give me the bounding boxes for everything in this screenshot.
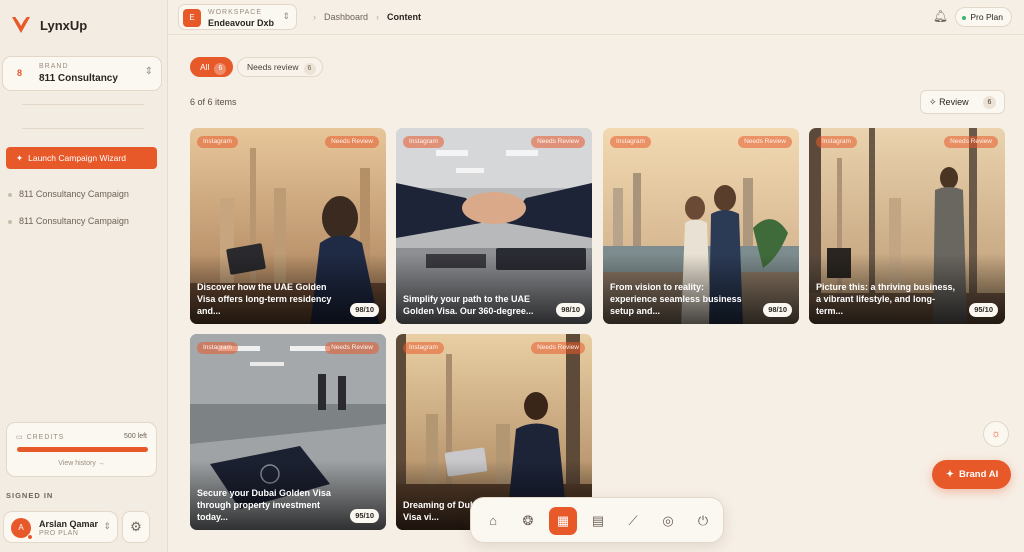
target-icon[interactable]: ◎ [654,507,682,535]
items-count: 6 of 6 items [190,97,237,107]
credits-panel: ▭ CREDITS 500 left View history → [6,422,157,477]
review-button[interactable]: ✧ Review 6 [920,90,1005,114]
card-caption: Picture this: a thriving business, a vib… [816,282,956,316]
launch-label: Launch Campaign Wizard [28,152,126,163]
platform-tag: Instagram [816,136,857,148]
sparkle-icon: ✧ [929,97,937,107]
status-badge: Needs Review [531,136,585,148]
view-history-link[interactable]: View history → [7,460,156,467]
brand-selector[interactable]: 8 BRAND 811 Consultancy ⇕ [2,56,162,91]
chevron-updown-icon: ⇕ [144,66,153,77]
filter-all[interactable]: All 6 [190,57,234,77]
user-menu[interactable]: A Arslan Qamar PRO PLAN ⇕ [3,511,118,543]
lynx-logo-icon [12,16,30,33]
chevron-updown-icon: ⇕ [282,11,290,21]
credits-label: ▭ CREDITS [16,434,65,441]
card-caption: From vision to reality: experience seaml… [610,282,742,316]
bullet-icon [8,219,12,224]
chart-icon[interactable]: ⟋ [619,507,647,535]
sidebar-item-campaign[interactable]: 811 Consultancy Campaign [8,216,129,226]
workspace-label: WORKSPACE [208,9,262,16]
breadcrumb-dashboard[interactable]: Dashboard [324,12,368,22]
chevron-updown-icon: ⇕ [103,521,111,531]
status-badge: Needs Review [944,136,998,148]
platform-tag: Instagram [403,136,444,148]
credits-progress-fill [17,447,148,452]
card-caption: Secure your Dubai Golden Visa through pr… [197,488,331,522]
status-badge: Needs Review [531,342,585,354]
user-name: Arslan Qamar [39,519,99,529]
platform-tag: Instagram [197,136,238,148]
plug-icon[interactable]: ⏻ [689,507,717,535]
platform-tag: Instagram [610,136,651,148]
card-caption: Discover how the UAE Golden Visa offers … [197,282,332,316]
score-badge: 98/10 [763,303,792,317]
brand-ai-button[interactable]: ✦ Brand AI [932,460,1011,489]
sparkle-icon: ✦ [946,469,954,480]
logo[interactable]: LynxUp [10,14,87,36]
status-dot [27,534,33,540]
bell-icon[interactable]: 🔔︎ [933,9,948,23]
content-card[interactable]: Instagram Needs Review From vision to re… [603,128,799,324]
status-badge: Needs Review [738,136,792,148]
user-plan: PRO PLAN [39,530,79,537]
sidebar: LynxUp 8 BRAND 811 Consultancy ⇕ ✦ Launch… [0,0,168,552]
chevron-right-icon: › [313,12,316,22]
workspace-icon: E [183,9,201,27]
breadcrumb: › Dashboard › Content [305,12,421,22]
credits-progress [17,447,148,452]
brand-number: 8 [17,68,23,78]
chevron-right-icon: › [376,12,380,22]
score-badge: 98/10 [556,303,585,317]
content-card[interactable]: Instagram Needs Review Simplify your pat… [396,128,592,324]
grid-icon[interactable]: ▦ [549,507,577,535]
divider [22,104,144,105]
platform-tag: Instagram [403,342,444,354]
sidebar-item-campaign[interactable]: 811 Consultancy Campaign [8,189,129,199]
credits-left: 500 left [124,433,147,440]
status-badge: Needs Review [325,342,379,354]
content-card[interactable]: Instagram Needs Review Discover how the … [190,128,386,324]
bullet-icon [8,192,12,197]
home-icon[interactable]: ⌂ [479,507,507,535]
filter-count: 6 [303,63,316,75]
topbar: E WORKSPACE Endeavour Dxb ⇕ › Dashboard › C… [168,0,1024,35]
review-count: 6 [983,96,996,109]
content-card[interactable]: Instagram Needs Review Picture this: a t… [809,128,1005,324]
filter-count: 6 [214,63,227,75]
breadcrumb-content: Content [387,12,422,22]
calendar-icon[interactable]: ▤ [584,507,612,535]
bottom-dock: ⌂ ❂ ▦ ▤ ⟋ ◎ ⏻ [470,497,724,543]
signed-in-label: SIGNED IN [6,491,54,500]
score-badge: 95/10 [969,303,998,317]
logo-text: LynxUp [40,17,88,33]
brain-icon[interactable]: ❂ [514,507,542,535]
card-caption: Simplify your path to the UAE Golden Vis… [403,294,534,316]
settings-gear-button[interactable]: ⚙ [122,511,150,543]
platform-tag: Instagram [197,342,238,354]
divider [22,128,144,129]
filter-needs-review[interactable]: Needs review 6 [237,57,323,77]
launch-campaign-wizard-button[interactable]: ✦ Launch Campaign Wizard [6,147,157,169]
workspace-value: Endeavour Dxb [208,18,275,28]
content-card[interactable]: Instagram Needs Review Secure your Dubai… [190,334,386,530]
workspace-selector[interactable]: E WORKSPACE Endeavour Dxb ⇕ [178,4,297,30]
status-badge: Needs Review [325,136,379,148]
score-badge: 95/10 [350,509,379,523]
gear-icon: ⚙ [130,519,142,534]
brand-value: 811 Consultancy [39,73,118,84]
wand-icon: ✦ [16,152,24,163]
lightbulb-icon[interactable]: ☼ [983,421,1009,447]
brand-label: BRAND [39,63,69,70]
plan-badge[interactable]: Pro Plan [955,7,1012,27]
score-badge: 98/10 [350,303,379,317]
